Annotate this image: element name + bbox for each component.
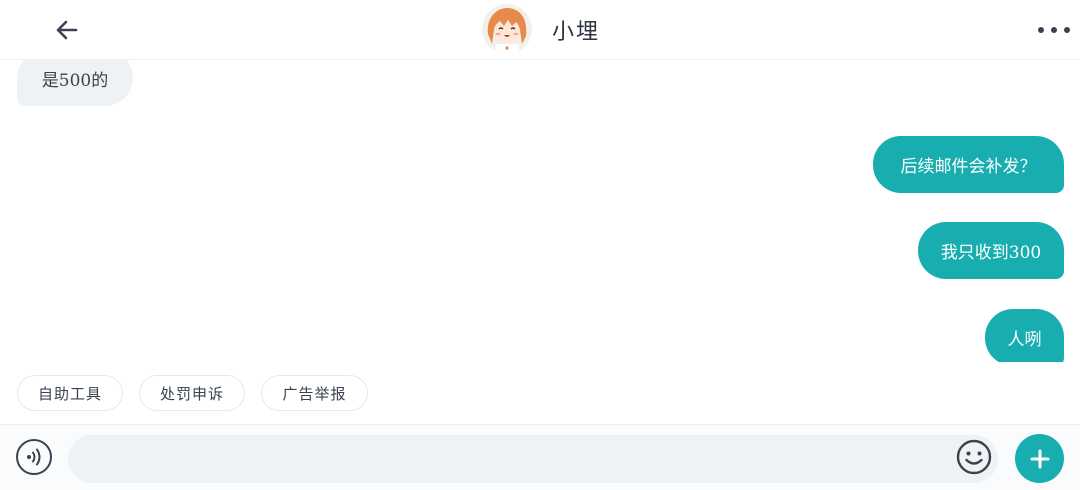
- quick-action-report-ad[interactable]: 广告举报: [261, 375, 368, 411]
- arrow-left-icon: [56, 20, 78, 40]
- plus-button[interactable]: [1015, 434, 1064, 483]
- emoji-button[interactable]: [956, 439, 992, 475]
- message-bubble-outgoing: 后续邮件会补发？: [873, 136, 1064, 193]
- message-bubble-incoming: 是500的: [17, 60, 133, 106]
- plus-icon: [1030, 449, 1049, 468]
- quick-action-appeal[interactable]: 处罚申诉: [139, 375, 245, 411]
- message-list: 是500的 后续邮件会补发？ 我只收到300 人咧: [0, 60, 1080, 362]
- message-bubble-outgoing: 我只收到300: [918, 222, 1064, 279]
- message-bubble-outgoing: 人咧: [985, 309, 1064, 362]
- back-button[interactable]: [48, 12, 86, 48]
- page-title: 小埋: [552, 20, 601, 45]
- avatar[interactable]: [482, 4, 532, 54]
- emoji-icon: [956, 439, 992, 475]
- message-input[interactable]: [68, 435, 998, 483]
- quick-action-self-service[interactable]: 自助工具: [17, 375, 123, 411]
- composer-bar: [0, 424, 1080, 490]
- voice-icon: [27, 448, 41, 466]
- voice-button[interactable]: [16, 439, 52, 475]
- quick-actions: 自助工具 处罚申诉 广告举报: [0, 375, 1080, 411]
- more-horizontal-icon: [1038, 27, 1044, 33]
- chat-header: 小埋: [0, 0, 1080, 60]
- more-button[interactable]: [1034, 18, 1074, 42]
